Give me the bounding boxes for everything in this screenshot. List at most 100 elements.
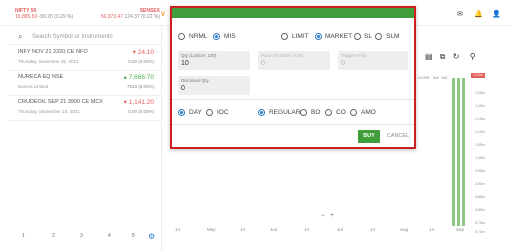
market-radio[interactable] [315, 33, 322, 40]
watchlist-price: ▴ 7,666.70 [123, 74, 154, 81]
mail-icon[interactable]: ✉ [457, 10, 463, 18]
limit-radio[interactable] [281, 33, 288, 40]
x-tick: Sep [456, 227, 465, 232]
bo-radio[interactable] [300, 109, 307, 116]
nifty-change: -99.20 (0.29 %) [38, 14, 74, 20]
page-3-tab[interactable]: 3 [80, 233, 83, 239]
watchlist-change: 0.00 (0.00%) [128, 59, 154, 64]
watchlist-symbol: CRUDEOIL SEP 21 3900 CE MCX [18, 99, 103, 105]
watchlist-price: ▾ 24.10 [132, 49, 154, 56]
order-window-header[interactable] [172, 8, 414, 18]
pin-icon[interactable]: ⚲ [470, 52, 476, 61]
x-tick: Jul [337, 227, 343, 232]
app-frame: NIFTY 50 16,885.50 -99.20 (0.29 %) SENSE… [0, 0, 512, 251]
sensex-change: 124.37 (0.22 %) [124, 14, 160, 20]
price-value: 0 [261, 60, 265, 67]
refresh-icon[interactable]: ↻ [453, 52, 460, 61]
sl-radio[interactable] [354, 33, 361, 40]
volume-bar [462, 78, 465, 226]
trigger-price-field[interactable]: Trigger Price 0 [338, 51, 408, 70]
nifty-value: 16,885.50 [15, 14, 38, 20]
disclosed-qty-label: Disclosed Qty [181, 78, 209, 83]
gear-icon[interactable]: ⚙ [148, 232, 155, 241]
zoom-in-button[interactable]: + [330, 213, 334, 219]
watchlist-search[interactable]: ⌕ Search Symbol or Instruments [8, 29, 162, 45]
buy-button[interactable]: BUY [358, 130, 380, 143]
search-input[interactable]: Search Symbol or Instruments [32, 34, 113, 40]
sl-label: SL [364, 33, 372, 40]
disclosed-qty-field[interactable]: Disclosed Qty 0 [178, 76, 250, 95]
day-label: DAY [189, 109, 202, 116]
ioc-radio[interactable] [206, 109, 213, 116]
mis-radio[interactable] [213, 33, 220, 40]
sensex-index[interactable]: SENSEX 56,973.47 124.37 (0.22 %) [88, 8, 160, 20]
volume-bars [451, 76, 467, 226]
x-tick: 14 [429, 227, 435, 232]
chart-type-icon[interactable]: ▤ [425, 52, 433, 61]
qty-field[interactable]: Qty (Lotsize: 100) 10 [178, 51, 250, 70]
y-axis: 1,25m 1,20m 1,15m 1,10m 1,05m 1,00m 0.95… [475, 75, 495, 235]
watchlist-sidebar: ⌕ Search Symbol or Instruments INFY NOV … [8, 26, 162, 251]
legend-value-2: N/A [441, 76, 448, 80]
watchlist-item[interactable]: NURECA EQ NSE Nureca Limited ▴ 7,666.70 … [8, 71, 162, 96]
qty-label: Qty (Lotsize: 100) [181, 53, 217, 58]
amo-label: AMO [361, 109, 376, 116]
regular-radio[interactable] [258, 109, 265, 116]
kite-logo-icon[interactable]: V [161, 12, 169, 18]
x-tick: Jun [270, 227, 278, 232]
legend-value-1: N/A [432, 76, 439, 80]
nifty-index[interactable]: NIFTY 50 16,885.50 -99.20 (0.29 %) [15, 8, 73, 20]
page-1-tab[interactable]: 1 [22, 233, 25, 239]
regular-label: REGULAR [269, 109, 301, 116]
x-tick: 14 [240, 227, 246, 232]
popout-icon[interactable]: ⧉ [440, 52, 446, 61]
cancel-button[interactable]: CANCEL [386, 130, 410, 143]
slm-label: SLM [386, 33, 400, 40]
chart-legend: CLOSE N/A N/A [418, 76, 447, 80]
nrml-radio[interactable] [178, 33, 185, 40]
y-tick: 0.90m [475, 182, 485, 186]
y-tick: 1,20m [475, 104, 485, 108]
volume-bar [457, 78, 460, 226]
amo-radio[interactable] [350, 109, 357, 116]
x-axis: 14 May 14 Jun 14 Jul 14 Aug 14 Sep [172, 227, 465, 235]
x-tick: 14 [175, 227, 181, 232]
x-tick: 14 [304, 227, 310, 232]
watchlist-symbol: NURECA EQ NSE [18, 74, 64, 80]
x-tick: May [207, 227, 216, 232]
legend-close: CLOSE [418, 76, 430, 80]
watchlist-symbol: INFY NOV 21 2320 CE NFO [18, 49, 88, 55]
sensex-value: 56,973.47 [100, 14, 124, 20]
slm-radio[interactable] [375, 33, 382, 40]
zoom-out-button[interactable]: − [321, 213, 325, 219]
nrml-label: NRML [189, 33, 208, 40]
page-2-tab[interactable]: 2 [52, 233, 55, 239]
co-radio[interactable] [325, 109, 332, 116]
x-tick: Aug [400, 227, 409, 232]
watchlist-pager: 1 2 3 4 5 ⚙ [8, 232, 162, 243]
day-radio[interactable] [178, 109, 185, 116]
watchlist-subtitle: Nureca Limited [18, 84, 49, 89]
y-tick: 1,10m [475, 130, 485, 134]
watchlist-item[interactable]: INFY NOV 21 2320 CE NFO Thursday, Novemb… [8, 46, 162, 71]
disclosed-qty-value: 0 [181, 85, 185, 92]
qty-value: 10 [181, 60, 189, 67]
watchlist-item[interactable]: CRUDEOIL SEP 21 3900 CE MCX Thursday, Se… [8, 96, 162, 121]
user-icon[interactable]: 👤 [492, 10, 501, 18]
y-tick: 0.85m [475, 195, 485, 199]
market-label: MARKET [325, 33, 353, 40]
y-tick: 0.70m [475, 230, 485, 234]
divider [172, 99, 414, 100]
volume-bar [452, 78, 455, 226]
page-4-tab[interactable]: 4 [108, 233, 111, 239]
price-field[interactable]: Price (TickSize: 0.05) 0 [258, 51, 330, 70]
order-window: NRML MIS LIMIT MARKET SL SLM Qty (Lotsiz… [170, 6, 416, 149]
watchlist-subtitle: Thursday, November 25, 2021 [18, 59, 79, 64]
page-5-tab[interactable]: 5 [132, 233, 135, 239]
y-tick: 1,05m [475, 143, 485, 147]
price-label: Price (TickSize: 0.05) [261, 53, 304, 58]
y-tick: 0.95m [475, 169, 485, 173]
co-label: CO [336, 109, 346, 116]
ioc-label: IOC [217, 109, 229, 116]
bell-icon[interactable]: 🔔 [474, 10, 483, 18]
